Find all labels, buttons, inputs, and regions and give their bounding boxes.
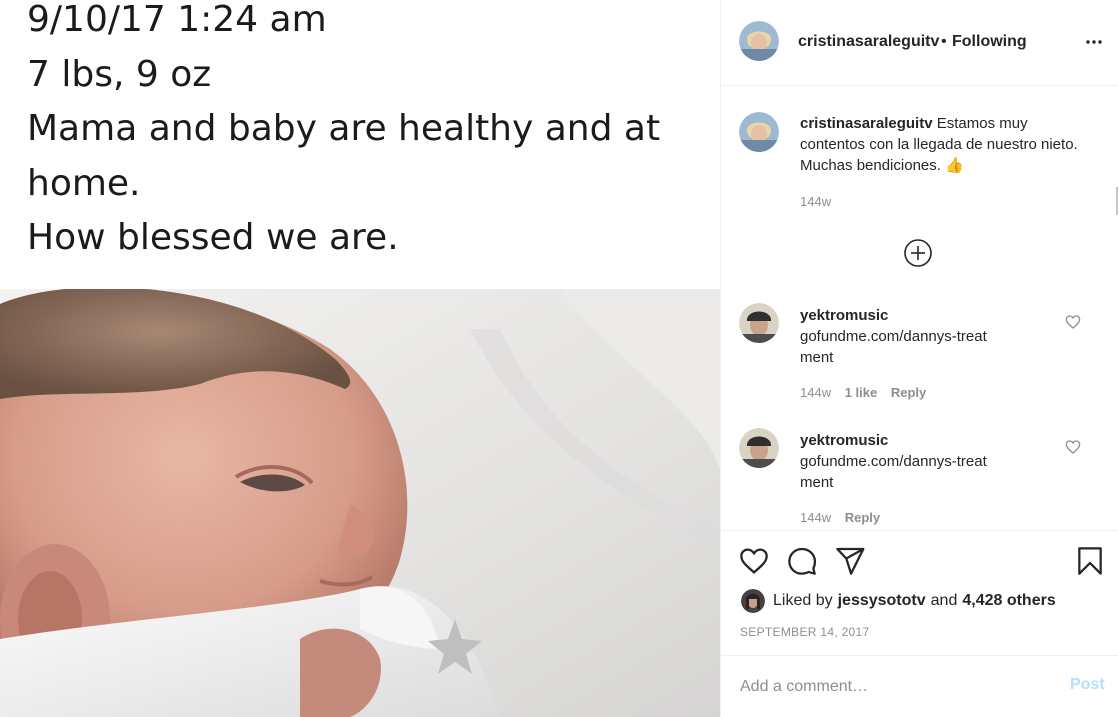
bookmark-icon[interactable] [1074,545,1106,577]
separator-dot: • [941,33,947,50]
caption-username[interactable]: cristinasaraleguitv [800,115,933,132]
comment-username[interactable]: yektromusic [800,305,1080,326]
comment-body: yektromusic gofundme.com/dannys-treatmen… [800,305,1080,368]
heart-icon[interactable] [738,545,770,577]
likes-summary: Liked by jessysototv and 4,428 others [741,588,1056,614]
image-text-line: 7 lbs, 9 oz [27,53,212,95]
avatar[interactable] [739,112,779,152]
comment-text[interactable]: gofundme.com/dannys-treatment [800,326,990,368]
header-username-link[interactable]: cristinasaraleguitv [798,33,939,51]
avatar[interactable] [739,21,779,61]
paper-plane-icon[interactable] [834,545,866,577]
image-text-line: Mama and baby are healthy and at [27,108,661,149]
post-media[interactable]: 9/10/17 1:24 am 7 lbs, 9 oz Mama and bab… [0,0,720,717]
reply-button[interactable]: Reply [845,510,880,525]
following-button[interactable]: Following [952,33,1027,51]
reply-button[interactable]: Reply [891,385,926,400]
caption-meta: 144w [800,194,841,209]
plus-circle-icon[interactable] [903,238,933,268]
image-text-line: home. [27,162,141,204]
comment-username[interactable]: yektromusic [800,430,1080,451]
avatar[interactable] [739,428,779,468]
image-text-line: 9/10/17 1:24 am [27,0,327,40]
post-date[interactable]: SEPTEMBER 14, 2017 [740,625,869,639]
comment-time[interactable]: 144w [800,510,831,525]
avatar[interactable] [739,303,779,343]
ellipsis-icon[interactable] [1082,30,1106,54]
comment-input[interactable] [740,674,1050,700]
post-image-caption-area: 9/10/17 1:24 am 7 lbs, 9 oz Mama and bab… [0,0,720,289]
liked-by-and: and [930,592,958,609]
liked-by-user[interactable]: jessysototv [838,592,926,610]
heart-icon[interactable] [1065,314,1081,330]
comment-form: Post [721,655,1118,717]
comment-likes[interactable]: 1 like [845,385,878,400]
comment-body: yektromusic gofundme.com/dannys-treatmen… [800,430,1080,493]
image-text-line: How blessed we are. [27,217,399,258]
post-header: cristinasaraleguitv • Following [721,0,1118,86]
post-caption: cristinasaraleguitv Estamos muy contento… [800,113,1080,176]
post-button[interactable]: Post [1070,676,1105,694]
avatar[interactable] [741,589,765,613]
comment-icon[interactable] [786,545,818,577]
action-bar: Liked by jessysototv and 4,428 others SE… [721,532,1118,652]
comments-list[interactable]: cristinasaraleguitv Estamos muy contento… [721,87,1118,531]
baby-photo [0,289,720,717]
caption-time[interactable]: 144w [800,194,831,209]
post-sidebar: cristinasaraleguitv • Following cristina… [720,0,1118,717]
comment-text[interactable]: gofundme.com/dannys-treatment [800,451,990,493]
heart-icon[interactable] [1065,439,1081,455]
comment-meta: 144w 1 like Reply [800,385,936,400]
liked-by-prefix: Liked by [773,592,833,609]
likes-count[interactable]: 4,428 others [962,592,1055,610]
comment-time[interactable]: 144w [800,385,831,400]
comment-meta: 144w Reply [800,510,890,525]
